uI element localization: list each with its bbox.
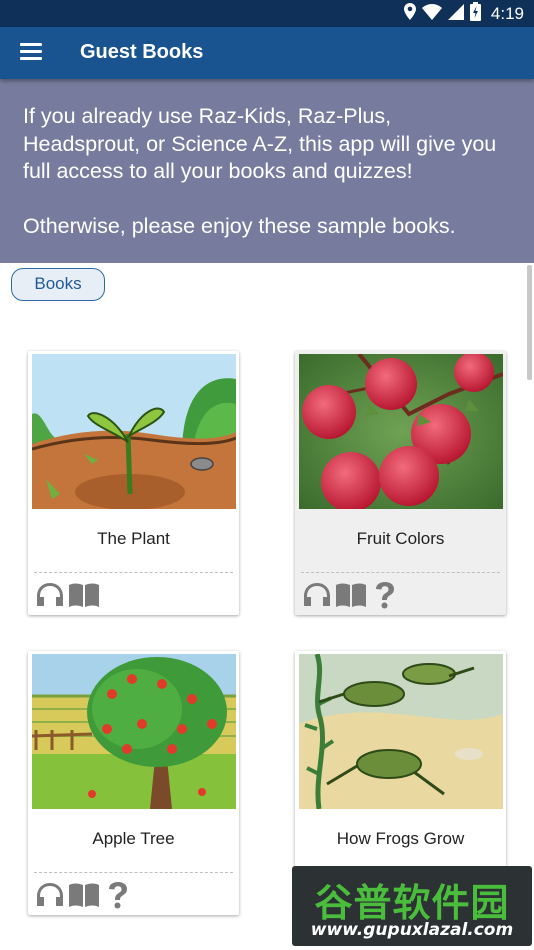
banner-text-access: If you already use Raz-Kids, Raz-Plus, H… <box>23 104 497 183</box>
headphones-icon[interactable] <box>34 580 66 610</box>
watermark-logo: 谷普软件园 www.gupuxlazal.com <box>292 866 532 946</box>
location-icon <box>403 3 416 25</box>
book-title: Fruit Colors <box>356 529 445 548</box>
watermark-text: 谷普软件园 <box>314 881 510 925</box>
status-time: 4:19 <box>490 4 524 23</box>
watermark-url: www.gupuxlazal.com <box>310 920 514 940</box>
page-title: Guest Books <box>80 41 204 63</box>
book-card-the-plant[interactable]: The Plant <box>28 351 239 615</box>
info-banner: If you already use Raz-Kids, Raz-Plus, H… <box>0 79 534 263</box>
book-cover-image <box>32 354 236 509</box>
book-title: The Plant <box>97 529 170 548</box>
status-bar: 4:19 <box>0 0 534 27</box>
status-icons: 4:19 <box>403 2 524 26</box>
book-cover-image <box>299 354 503 509</box>
battery-icon <box>469 2 481 26</box>
menu-icon[interactable] <box>20 43 42 61</box>
signal-icon <box>447 3 464 25</box>
headphones-icon[interactable] <box>301 580 333 610</box>
book-title: Apple Tree <box>92 829 175 848</box>
headphones-icon[interactable] <box>34 880 66 910</box>
quiz-icon[interactable] <box>369 580 401 610</box>
book-actions <box>301 580 401 610</box>
book-cover-image <box>32 654 236 809</box>
books-filter-button[interactable]: Books <box>11 268 105 301</box>
book-icon[interactable] <box>335 580 367 610</box>
book-cover-image <box>299 654 503 809</box>
card-divider <box>301 572 500 573</box>
app-bar: Guest Books <box>0 27 534 79</box>
scrollbar[interactable] <box>527 265 532 380</box>
card-divider <box>34 572 233 573</box>
banner-text-sample: Otherwise, please enjoy these sample boo… <box>23 213 456 238</box>
book-title: How Frogs Grow <box>336 829 465 848</box>
book-card-fruit-colors[interactable]: Fruit Colors <box>295 351 506 615</box>
book-actions <box>34 880 134 910</box>
card-divider <box>34 872 233 873</box>
wifi-icon <box>421 3 442 25</box>
book-icon[interactable] <box>68 880 100 910</box>
book-card-apple-tree[interactable]: Apple Tree <box>28 651 239 915</box>
book-icon[interactable] <box>68 580 100 610</box>
book-actions <box>34 580 100 610</box>
quiz-icon[interactable] <box>102 880 134 910</box>
